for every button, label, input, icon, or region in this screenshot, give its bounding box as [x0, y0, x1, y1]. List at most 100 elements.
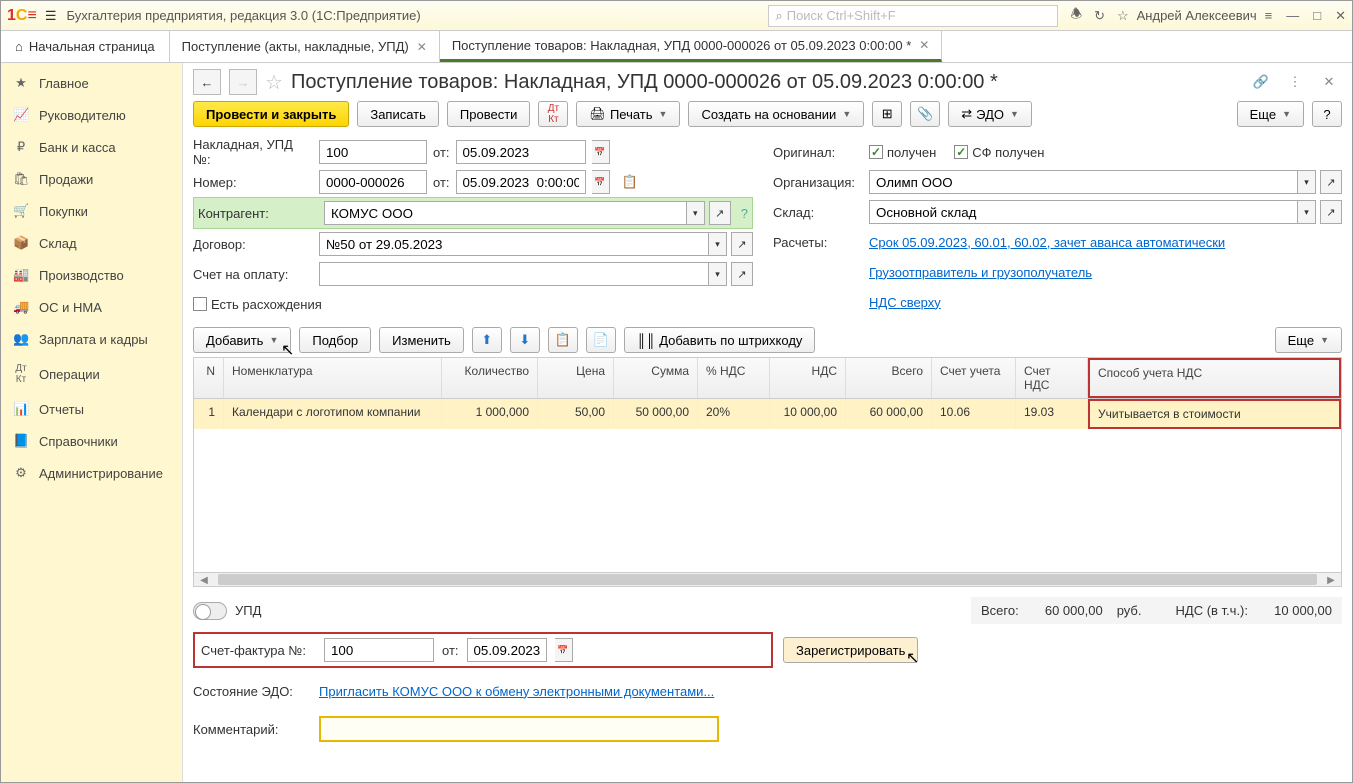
- number-input[interactable]: [319, 170, 427, 194]
- sidebar-admin[interactable]: ⚙Администрирование: [1, 457, 182, 489]
- col-vatmode[interactable]: Способ учета НДС: [1088, 358, 1341, 398]
- create-based-button[interactable]: Создать на основании▼: [688, 101, 864, 127]
- has-diff-checkbox[interactable]: Есть расхождения: [193, 297, 322, 312]
- more-icon[interactable]: ⋮: [1282, 69, 1308, 95]
- col-nomenclature[interactable]: Номенклатура: [224, 358, 442, 398]
- sf-date-input[interactable]: [467, 638, 547, 662]
- barcode-button[interactable]: ║║ Добавить по штрихкоду: [624, 327, 816, 353]
- menu-icon[interactable]: ☰: [45, 8, 57, 24]
- star-icon[interactable]: ☆: [1117, 8, 1129, 24]
- more-button[interactable]: Еще▼: [1237, 101, 1304, 127]
- move-down-button[interactable]: ⬇: [510, 327, 540, 353]
- open-icon[interactable]: ↗: [1320, 170, 1342, 194]
- open-icon[interactable]: ↗: [1320, 200, 1342, 224]
- calendar-icon[interactable]: 📅: [592, 140, 610, 164]
- received-checkbox[interactable]: ✓получен: [869, 145, 936, 160]
- settings-icon[interactable]: ≡: [1265, 8, 1273, 23]
- sidebar-purchases[interactable]: 🛒Покупки: [1, 195, 182, 227]
- dtkt-button[interactable]: ДтКт: [538, 101, 568, 127]
- recurrence-icon[interactable]: 📋: [622, 174, 638, 190]
- tab-receipts-list[interactable]: Поступление (акты, накладные, УПД) ✕: [170, 31, 440, 62]
- calc-link[interactable]: Срок 05.09.2023, 60.01, 60.02, зачет ава…: [869, 235, 1225, 250]
- sidebar-assets[interactable]: 🚚ОС и НМА: [1, 291, 182, 323]
- tab-home[interactable]: ⌂ Начальная страница: [1, 31, 170, 62]
- invoice-no-input[interactable]: [319, 140, 427, 164]
- contract-input[interactable]: [319, 232, 709, 256]
- contragent-input[interactable]: [324, 201, 687, 225]
- table-row[interactable]: 1 Календари с логотипом компании 1 000,0…: [194, 399, 1341, 429]
- sidebar-main[interactable]: ★Главное: [1, 67, 182, 99]
- sf-received-checkbox[interactable]: ✓СФ получен: [954, 145, 1044, 160]
- favorite-icon[interactable]: ☆: [265, 70, 283, 95]
- copy-button[interactable]: 📋: [548, 327, 578, 353]
- edo-invite-link[interactable]: Пригласить КОМУС ООО к обмену электронны…: [319, 684, 714, 699]
- close-icon[interactable]: ✕: [919, 38, 929, 52]
- sidebar-bank[interactable]: ₽Банк и касса: [1, 131, 182, 163]
- open-icon[interactable]: ↗: [731, 232, 753, 256]
- org-input[interactable]: [869, 170, 1298, 194]
- sidebar-operations[interactable]: ДтКтОперации: [1, 355, 182, 393]
- calendar-icon[interactable]: 📅: [592, 170, 610, 194]
- vat-link[interactable]: НДС сверху: [869, 295, 941, 310]
- help-icon[interactable]: ?: [741, 206, 748, 221]
- close-icon[interactable]: ✕: [417, 40, 427, 54]
- close-button[interactable]: ✕: [1335, 8, 1346, 24]
- forward-button[interactable]: →: [229, 69, 257, 95]
- chevron-down-icon[interactable]: ▾: [687, 201, 705, 225]
- chevron-down-icon[interactable]: ▾: [709, 232, 727, 256]
- calendar-icon[interactable]: 📅: [555, 638, 573, 662]
- edo-button[interactable]: ⇄ ЭДО▼: [948, 101, 1032, 127]
- open-icon[interactable]: ↗: [731, 262, 753, 286]
- bill-input[interactable]: [319, 262, 709, 286]
- sidebar-production[interactable]: 🏭Производство: [1, 259, 182, 291]
- col-price[interactable]: Цена: [538, 358, 614, 398]
- col-vatacc[interactable]: Счет НДС: [1016, 358, 1088, 398]
- col-vat[interactable]: НДС: [770, 358, 846, 398]
- sidebar-warehouse[interactable]: 📦Склад: [1, 227, 182, 259]
- warehouse-input[interactable]: [869, 200, 1298, 224]
- maximize-button[interactable]: □: [1313, 8, 1321, 24]
- chevron-down-icon[interactable]: ▾: [1298, 170, 1316, 194]
- col-sum[interactable]: Сумма: [614, 358, 698, 398]
- sidebar-manager[interactable]: 📈Руководителю: [1, 99, 182, 131]
- pick-button[interactable]: Подбор: [299, 327, 371, 353]
- tab-receipt-doc[interactable]: Поступление товаров: Накладная, УПД 0000…: [440, 31, 943, 62]
- user-name[interactable]: Андрей Алексеевич: [1137, 8, 1257, 23]
- sidebar-catalogs[interactable]: 📘Справочники: [1, 425, 182, 457]
- comment-input[interactable]: [319, 716, 719, 742]
- register-button[interactable]: Зарегистрировать↖: [783, 637, 918, 663]
- col-vatp[interactable]: % НДС: [698, 358, 770, 398]
- post-button[interactable]: Провести: [447, 101, 531, 127]
- col-n[interactable]: N: [194, 358, 224, 398]
- open-icon[interactable]: ↗: [709, 201, 731, 225]
- link-icon[interactable]: 🔗: [1248, 69, 1274, 95]
- upd-toggle[interactable]: УПД: [193, 602, 261, 620]
- sidebar-hr[interactable]: 👥Зарплата и кадры: [1, 323, 182, 355]
- table-more-button[interactable]: Еще▼: [1275, 327, 1342, 353]
- minimize-button[interactable]: —: [1286, 8, 1299, 24]
- close-doc-icon[interactable]: ✕: [1316, 69, 1342, 95]
- h-scrollbar[interactable]: ◀ ▶: [194, 572, 1341, 586]
- print-button[interactable]: 🖨 Печать▼: [576, 101, 680, 127]
- structure-button[interactable]: ⊞: [872, 101, 902, 127]
- save-button[interactable]: Записать: [357, 101, 439, 127]
- sidebar-sales[interactable]: 🛍Продажи: [1, 163, 182, 195]
- move-up-button[interactable]: ⬆: [472, 327, 502, 353]
- search-input[interactable]: ⌕ Поиск Ctrl+Shift+F: [768, 5, 1058, 27]
- history-icon[interactable]: ↻: [1094, 8, 1105, 24]
- back-button[interactable]: ←: [193, 69, 221, 95]
- number-date-input[interactable]: [456, 170, 586, 194]
- chevron-down-icon[interactable]: ▾: [709, 262, 727, 286]
- col-total[interactable]: Всего: [846, 358, 932, 398]
- add-button[interactable]: Добавить▼↖: [193, 327, 291, 353]
- col-acc[interactable]: Счет учета: [932, 358, 1016, 398]
- bell-icon[interactable]: 🕭: [1070, 5, 1082, 27]
- shipper-link[interactable]: Грузоотправитель и грузополучатель: [869, 265, 1092, 280]
- attach-button[interactable]: 📎: [910, 101, 940, 127]
- edit-button[interactable]: Изменить: [379, 327, 464, 353]
- post-and-close-button[interactable]: Провести и закрыть: [193, 101, 349, 127]
- sf-no-input[interactable]: [324, 638, 434, 662]
- invoice-date-input[interactable]: [456, 140, 586, 164]
- help-button[interactable]: ?: [1312, 101, 1342, 127]
- col-qty[interactable]: Количество: [442, 358, 538, 398]
